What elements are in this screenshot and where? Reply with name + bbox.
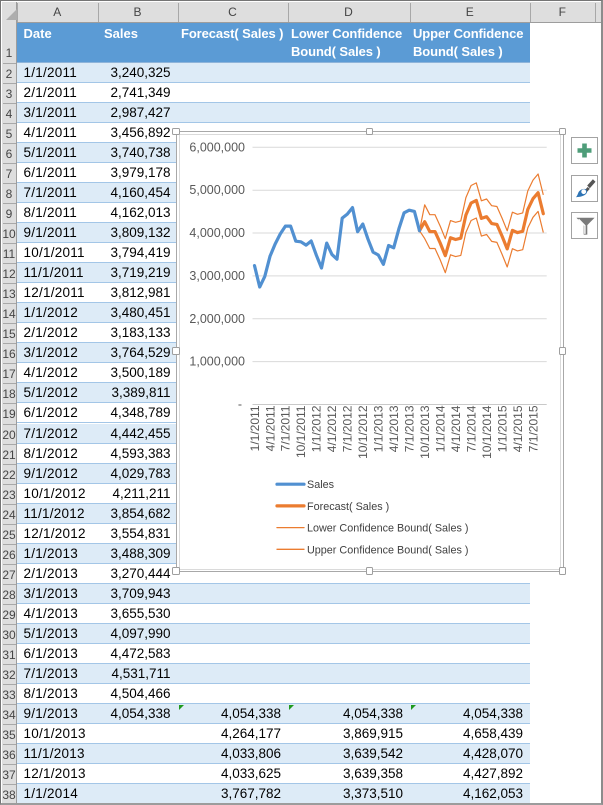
svg-text:7/1/2011: 7/1/2011 — [279, 405, 293, 451]
svg-text:10/1/2011: 10/1/2011 — [294, 405, 308, 458]
svg-text:7/1/2015: 7/1/2015 — [526, 405, 540, 452]
svg-text:2,000,000: 2,000,000 — [189, 312, 245, 326]
svg-text:10/1/2012: 10/1/2012 — [356, 405, 370, 459]
svg-text:7/1/2013: 7/1/2013 — [403, 405, 417, 452]
svg-text:6,000,000: 6,000,000 — [189, 140, 245, 154]
svg-text:Lower Confidence Bound( Sales: Lower Confidence Bound( Sales ) — [307, 523, 468, 535]
svg-text:4/1/2011: 4/1/2011 — [263, 405, 277, 451]
svg-text:10/1/2014: 10/1/2014 — [480, 405, 494, 459]
svg-text:Upper Confidence Bound( Sales: Upper Confidence Bound( Sales ) — [307, 544, 468, 556]
svg-text:4,000,000: 4,000,000 — [189, 226, 245, 240]
svg-text:1/1/2011: 1/1/2011 — [248, 405, 262, 451]
svg-text:1/1/2015: 1/1/2015 — [495, 405, 509, 452]
svg-text:1,000,000: 1,000,000 — [189, 355, 245, 369]
svg-text:3,000,000: 3,000,000 — [189, 269, 245, 283]
svg-text:4/1/2013: 4/1/2013 — [387, 405, 401, 452]
svg-text:-: - — [238, 398, 242, 412]
svg-text:1/1/2012: 1/1/2012 — [310, 405, 324, 452]
svg-text:4/1/2012: 4/1/2012 — [325, 405, 339, 452]
svg-text:1/1/2014: 1/1/2014 — [434, 405, 448, 452]
svg-text:7/1/2014: 7/1/2014 — [464, 405, 478, 452]
svg-text:7/1/2012: 7/1/2012 — [341, 405, 355, 452]
svg-text:4/1/2015: 4/1/2015 — [511, 405, 525, 452]
svg-text:10/1/2013: 10/1/2013 — [418, 405, 432, 459]
svg-text:5,000,000: 5,000,000 — [189, 183, 245, 197]
svg-text:1/1/2013: 1/1/2013 — [372, 405, 386, 452]
svg-text:Sales: Sales — [307, 479, 335, 491]
svg-text:Forecast( Sales ): Forecast( Sales ) — [307, 501, 389, 513]
svg-text:4/1/2014: 4/1/2014 — [449, 405, 463, 452]
